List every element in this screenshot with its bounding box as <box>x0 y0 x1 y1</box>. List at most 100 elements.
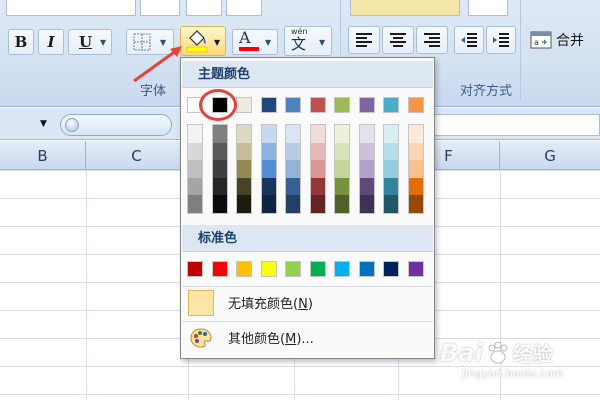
theme-shade-swatch[interactable] <box>359 177 374 196</box>
theme-shade-swatch[interactable] <box>286 125 300 143</box>
theme-shade-swatch[interactable] <box>335 160 349 178</box>
standard-color-swatch[interactable] <box>187 261 203 277</box>
theme-shade-swatch[interactable] <box>212 125 227 143</box>
theme-shade-swatch[interactable] <box>212 160 227 178</box>
theme-shade-swatch[interactable] <box>188 160 202 178</box>
theme-shade-swatch[interactable] <box>286 195 300 213</box>
standard-color-swatch[interactable] <box>211 261 228 277</box>
theme-shade-swatch[interactable] <box>286 142 300 161</box>
standard-color-swatch[interactable] <box>236 261 252 277</box>
no-fill-menu-item[interactable]: 无填充颜色(N) <box>182 286 433 318</box>
theme-color-swatch[interactable] <box>383 97 399 113</box>
theme-color-swatch[interactable] <box>407 97 424 113</box>
standard-color-swatch[interactable] <box>358 261 375 277</box>
theme-shade-swatch[interactable] <box>286 160 300 178</box>
theme-shade-swatch[interactable] <box>212 177 227 196</box>
standard-color-swatch[interactable] <box>260 261 277 277</box>
column-header-c[interactable]: C <box>86 141 188 170</box>
align-right-icon <box>424 33 440 47</box>
theme-shade-swatch[interactable] <box>237 142 251 161</box>
theme-shade-swatch[interactable] <box>408 142 423 161</box>
theme-shade-swatch[interactable] <box>188 125 202 143</box>
font-name-field[interactable] <box>6 0 136 16</box>
theme-shade-swatch[interactable] <box>286 177 300 196</box>
column-header-b[interactable]: B <box>0 141 86 170</box>
theme-shade-swatch[interactable] <box>384 177 398 196</box>
theme-shade-swatch[interactable] <box>408 177 423 196</box>
shrink-font-button[interactable] <box>226 0 262 16</box>
theme-color-swatch[interactable] <box>285 97 301 113</box>
theme-shade-swatch[interactable] <box>212 142 227 161</box>
theme-shade-swatch[interactable] <box>384 142 398 161</box>
no-fill-swatch-icon <box>188 290 214 316</box>
align-left-button[interactable] <box>348 26 380 54</box>
theme-shade-swatch[interactable] <box>335 125 349 143</box>
theme-shade-swatch[interactable] <box>359 125 374 143</box>
theme-shade-swatch[interactable] <box>310 125 325 143</box>
column-header-g[interactable]: G <box>500 141 600 170</box>
more-colors-menu-item[interactable]: 其他颜色(M)... <box>182 321 433 353</box>
theme-shade-swatch[interactable] <box>408 195 423 213</box>
theme-shade-swatch[interactable] <box>335 195 349 213</box>
align-right-button[interactable] <box>416 26 448 54</box>
theme-shade-swatch[interactable] <box>310 177 325 196</box>
theme-shade-swatch[interactable] <box>384 160 398 178</box>
theme-color-swatch[interactable] <box>236 97 252 113</box>
theme-shade-swatch[interactable] <box>335 177 349 196</box>
theme-shade-swatch[interactable] <box>261 142 276 161</box>
merge-center-button[interactable]: a 合并 <box>530 28 600 52</box>
theme-shade-swatch[interactable] <box>359 142 374 161</box>
formula-bar-splitter[interactable]: fx <box>60 114 220 136</box>
theme-shade-swatch[interactable] <box>212 195 227 213</box>
theme-shade-swatch[interactable] <box>188 142 202 161</box>
wrap-align-top-button[interactable] <box>350 0 460 16</box>
italic-button[interactable]: I <box>38 29 64 55</box>
grow-font-button[interactable] <box>186 0 222 16</box>
theme-shade-swatch[interactable] <box>408 125 423 143</box>
theme-shade-swatch[interactable] <box>310 160 325 178</box>
standard-color-swatch[interactable] <box>334 261 350 277</box>
theme-shade-swatch[interactable] <box>261 195 276 213</box>
theme-shade-swatch[interactable] <box>237 195 251 213</box>
font-color-dropdown-arrow[interactable]: ▼ <box>265 38 271 47</box>
standard-color-swatch[interactable] <box>309 261 326 277</box>
theme-color-swatch[interactable] <box>334 97 350 113</box>
standard-color-swatch[interactable] <box>407 261 424 277</box>
more-colors-label: 其他颜色(M)... <box>228 332 314 347</box>
paw-logo-icon <box>488 341 508 363</box>
orientation-button[interactable] <box>468 0 508 16</box>
theme-shade-swatch[interactable] <box>310 142 325 161</box>
standard-color-swatch[interactable] <box>383 261 399 277</box>
theme-color-swatch[interactable] <box>358 97 375 113</box>
theme-shade-swatch[interactable] <box>237 160 251 178</box>
theme-shade-swatch[interactable] <box>408 160 423 178</box>
fill-color-dropdown-arrow[interactable]: ▼ <box>214 38 220 47</box>
theme-shade-swatch[interactable] <box>261 160 276 178</box>
theme-shade-swatch[interactable] <box>359 195 374 213</box>
theme-shade-swatch[interactable] <box>237 125 251 143</box>
align-center-button[interactable] <box>382 26 414 54</box>
theme-shade-swatch[interactable] <box>335 142 349 161</box>
underline-dropdown-arrow[interactable]: ▼ <box>100 38 106 47</box>
theme-shade-swatch[interactable] <box>261 125 276 143</box>
theme-shade-swatch[interactable] <box>310 195 325 213</box>
theme-shade-swatch[interactable] <box>384 195 398 213</box>
increase-indent-button[interactable] <box>486 26 516 54</box>
theme-shade-column <box>211 124 228 214</box>
theme-shade-swatch[interactable] <box>237 177 251 196</box>
theme-color-swatch[interactable] <box>260 97 277 113</box>
phonetic-dropdown-arrow[interactable]: ▼ <box>319 38 325 47</box>
decrease-indent-button[interactable] <box>454 26 484 54</box>
theme-shade-swatch[interactable] <box>261 177 276 196</box>
theme-shade-swatch[interactable] <box>384 125 398 143</box>
baidu-jingyan-watermark: Bai 经验 jingyan.baidu.com <box>440 338 600 398</box>
standard-color-swatch[interactable] <box>285 261 301 277</box>
annotation-arrow <box>133 46 182 83</box>
bold-button[interactable]: B <box>8 29 34 55</box>
theme-shade-swatch[interactable] <box>188 177 202 196</box>
name-box-dropdown-arrow[interactable]: ▼ <box>40 119 47 129</box>
font-size-field[interactable] <box>140 0 180 16</box>
theme-shade-swatch[interactable] <box>359 160 374 178</box>
theme-shade-swatch[interactable] <box>188 195 202 213</box>
theme-color-swatch[interactable] <box>309 97 326 113</box>
